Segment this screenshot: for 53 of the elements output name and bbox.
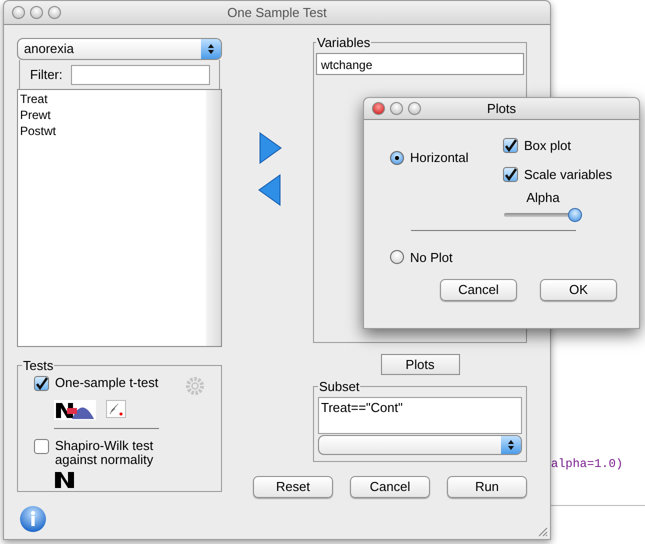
- group-title: Tests: [22, 357, 54, 375]
- remove-arrow-icon[interactable]: [258, 174, 282, 206]
- list-item[interactable]: wtchange: [321, 56, 523, 74]
- checkbox[interactable]: [34, 376, 49, 390]
- window-control[interactable]: [30, 6, 43, 19]
- checkbox[interactable]: [503, 166, 518, 182]
- dialog-button[interactable]: OK: [540, 279, 617, 301]
- subset-dropdown[interactable]: [318, 434, 522, 454]
- window-control[interactable]: [48, 6, 61, 19]
- dataset-dropdown[interactable]: anorexia: [17, 38, 222, 60]
- resize-grip-icon[interactable]: [536, 525, 548, 537]
- radio-button[interactable]: [390, 150, 404, 165]
- info-icon[interactable]: [19, 505, 47, 533]
- dialog-button[interactable]: Cancel: [440, 279, 517, 301]
- plots-button[interactable]: Plots: [380, 354, 460, 375]
- dialog-button[interactable]: Cancel: [350, 476, 430, 498]
- window-title: One Sample Test: [227, 4, 327, 22]
- window-control[interactable]: [408, 102, 421, 115]
- scatter-plot-icon[interactable]: [106, 400, 126, 418]
- checkbox[interactable]: [503, 138, 518, 154]
- code-text: alpha=1.0): [551, 456, 624, 473]
- radio-label: Horizontal: [410, 149, 469, 167]
- checkbox-label: Box plot: [524, 137, 571, 155]
- add-arrow-icon[interactable]: [258, 132, 282, 164]
- n-logo-icon[interactable]: [54, 470, 75, 490]
- window-control[interactable]: [372, 102, 385, 115]
- dropdown-arrows-icon: [201, 39, 221, 59]
- list-item[interactable]: Postwt: [20, 123, 206, 139]
- list-item[interactable]: Prewt: [20, 107, 206, 123]
- normal-distribution-icon[interactable]: [54, 400, 96, 420]
- slider-label: Alpha: [526, 189, 560, 207]
- checkbox-label: Shapiro-Wilk test against normality: [55, 438, 154, 466]
- selected-variable-list[interactable]: wtchange: [316, 52, 524, 74]
- filter-label: Filter:: [30, 66, 62, 84]
- window-title: Plots: [487, 100, 516, 118]
- radio-button[interactable]: [390, 250, 404, 264]
- checkbox-label: Scale variables: [524, 166, 612, 184]
- checkbox-label: One-sample t-test: [55, 376, 160, 390]
- filter-field[interactable]: [70, 64, 210, 84]
- window-control[interactable]: [12, 6, 25, 19]
- dialog-button[interactable]: Reset: [253, 476, 333, 498]
- window-control[interactable]: [390, 102, 403, 115]
- radio-label: No Plot: [410, 248, 453, 266]
- group-title: Subset: [318, 378, 360, 396]
- slider-thumb[interactable]: [568, 208, 582, 222]
- subset-field[interactable]: Treat=="Cont": [318, 396, 522, 434]
- list-item[interactable]: Treat: [20, 91, 206, 107]
- alpha-slider[interactable]: [504, 208, 582, 222]
- dialog-button[interactable]: Run: [447, 476, 527, 498]
- group-title: Variables: [316, 34, 372, 52]
- checkbox[interactable]: [34, 438, 49, 454]
- variable-list[interactable]: Treat Prewt Postwt: [17, 89, 222, 347]
- dropdown-arrows-icon: [501, 436, 521, 454]
